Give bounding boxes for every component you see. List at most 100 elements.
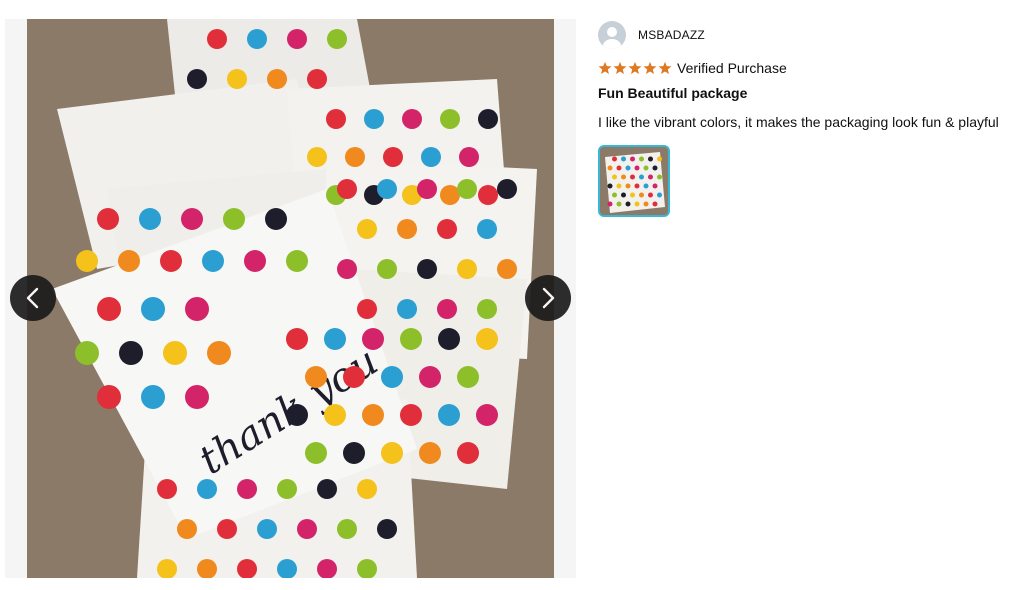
polka-dot — [476, 404, 498, 426]
polka-dot — [607, 201, 613, 207]
polka-dot — [286, 328, 308, 350]
polka-dot — [202, 250, 224, 272]
star-icon — [628, 61, 642, 75]
polka-dot — [207, 341, 231, 365]
polka-dot — [76, 250, 98, 272]
polka-dot — [397, 219, 417, 239]
polka-dot — [118, 250, 140, 272]
polka-dot — [478, 185, 498, 205]
star-rating[interactable] — [598, 61, 672, 75]
next-image-button[interactable] — [525, 275, 571, 321]
polka-dot — [337, 179, 357, 199]
polka-dot — [317, 479, 337, 499]
polka-dot — [630, 156, 635, 162]
polka-dot — [417, 179, 437, 199]
polka-dot — [377, 179, 397, 199]
polka-dot — [643, 183, 649, 189]
polka-dot — [337, 259, 357, 279]
polka-dot — [287, 29, 307, 49]
polka-dot — [185, 385, 209, 409]
polka-dot — [634, 183, 640, 189]
polka-dot — [457, 366, 479, 388]
polka-dot — [305, 366, 327, 388]
polka-dot — [497, 179, 517, 199]
polka-dot — [324, 328, 346, 350]
polka-dot — [247, 29, 267, 49]
polka-dot — [440, 185, 460, 205]
polka-dot — [227, 69, 247, 89]
polka-dot — [477, 219, 497, 239]
polka-dot — [265, 208, 287, 230]
polka-dot — [141, 297, 165, 321]
polka-dot — [357, 299, 377, 319]
polka-dot — [345, 147, 365, 167]
review-body: I like the vibrant colors, it makes the … — [598, 114, 999, 130]
polka-dot — [357, 219, 377, 239]
polka-dot — [612, 192, 617, 198]
verified-purchase-badge: Verified Purchase — [677, 60, 787, 76]
star-icon — [658, 61, 672, 75]
polka-dot — [457, 259, 477, 279]
review-photo: thank you — [27, 19, 554, 578]
polka-dot — [457, 179, 477, 199]
polka-dot — [639, 156, 644, 162]
polka-dot — [612, 156, 617, 162]
polka-dot — [438, 404, 460, 426]
polka-dot — [364, 109, 384, 129]
polka-dot — [607, 165, 613, 171]
user-avatar-icon — [598, 21, 626, 49]
polka-dot — [377, 259, 397, 279]
polka-dot — [75, 341, 99, 365]
review-title: Fun Beautiful package — [598, 85, 748, 101]
image-viewer: thank you — [5, 19, 576, 578]
polka-dot — [437, 299, 457, 319]
polka-dot — [477, 299, 497, 319]
polka-dot — [343, 442, 365, 464]
polka-dot — [652, 201, 658, 207]
polka-dot — [630, 192, 635, 198]
review-panel: MSBADAZZ Verified Purchase Fun Beautiful… — [598, 21, 1018, 217]
polka-dot — [621, 174, 626, 180]
polka-dot — [616, 201, 622, 207]
reviewer-name[interactable]: MSBADAZZ — [638, 28, 705, 42]
polka-dot — [157, 479, 177, 499]
polka-dot — [286, 404, 308, 426]
polka-dot — [643, 201, 649, 207]
polka-dot — [643, 165, 649, 171]
polka-dot — [612, 174, 617, 180]
rating-row: Verified Purchase — [598, 59, 1018, 77]
polka-dot — [267, 69, 287, 89]
polka-dot — [381, 442, 403, 464]
photo-illustration: thank you — [27, 19, 554, 578]
polka-dot — [139, 208, 161, 230]
polka-dot — [97, 385, 121, 409]
polka-dot — [163, 341, 187, 365]
polka-dot — [634, 165, 640, 171]
polka-dot — [237, 479, 257, 499]
polka-dot — [652, 165, 658, 171]
polka-dot — [397, 299, 417, 319]
previous-image-button[interactable] — [10, 275, 56, 321]
star-icon — [598, 61, 612, 75]
chevron-right-icon — [542, 287, 555, 309]
chevron-left-icon — [26, 287, 39, 309]
polka-dot — [337, 519, 357, 539]
polka-dot — [307, 69, 327, 89]
polka-dot — [630, 174, 635, 180]
polka-dot — [648, 156, 653, 162]
polka-dot — [177, 519, 197, 539]
polka-dot — [607, 183, 613, 189]
polka-dot — [160, 250, 182, 272]
review-image-thumbnail[interactable] — [598, 145, 670, 217]
polka-dot — [357, 479, 377, 499]
polka-dot — [476, 328, 498, 350]
polka-dot — [440, 109, 460, 129]
polka-dot — [119, 341, 143, 365]
polka-dot — [381, 366, 403, 388]
polka-dot — [297, 519, 317, 539]
polka-dot — [97, 208, 119, 230]
reviewer-header: MSBADAZZ — [598, 21, 1018, 49]
polka-dot — [616, 183, 622, 189]
polka-dot — [326, 109, 346, 129]
polka-dot — [639, 174, 644, 180]
